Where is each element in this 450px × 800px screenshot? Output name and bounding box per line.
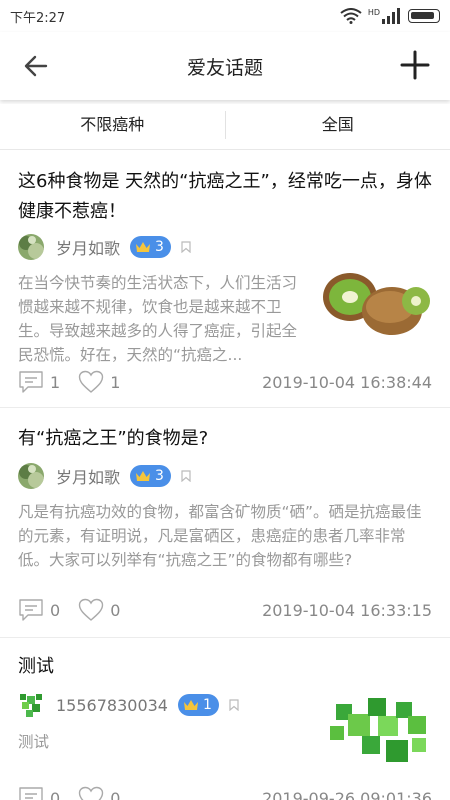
filter-cancer-type[interactable]: 不限癌种 bbox=[0, 104, 225, 149]
post-date: 2019-10-04 16:38:44 bbox=[262, 372, 432, 392]
battery-icon bbox=[408, 9, 440, 23]
post-thumbnail bbox=[330, 698, 426, 762]
post-title: 这6种食物是 天然的“抗癌之王”，经常吃一点，身体健康不惹癌！ bbox=[18, 171, 432, 222]
comment-icon[interactable] bbox=[18, 370, 44, 394]
post-thumbnail bbox=[323, 273, 430, 335]
wifi-icon bbox=[340, 8, 362, 24]
post-excerpt: 凡是有抗癌功效的食物，都富含矿物质“硒”。硒是抗癌最佳的元素，有证明说，凡是富硒… bbox=[18, 503, 422, 569]
like-count: 0 bbox=[110, 600, 121, 620]
bookmark-icon[interactable] bbox=[181, 470, 191, 482]
post-item-3[interactable]: 测试 15567830034 1 测试 0 0 2019-09-26 09:01… bbox=[0, 638, 450, 800]
filter-region[interactable]: 全国 bbox=[226, 104, 450, 149]
post-item-2[interactable]: 有“抗癌之王”的食物是? 岁月如歌 3 凡是有抗癌功效的食物，都富含矿物质“硒”… bbox=[0, 408, 450, 638]
status-bar: 下午2:27 HD bbox=[0, 0, 450, 32]
heart-icon[interactable] bbox=[78, 786, 104, 800]
level-number: 1 bbox=[202, 697, 212, 713]
post-date: 2019-10-04 16:33:15 bbox=[262, 600, 432, 620]
avatar[interactable] bbox=[18, 463, 44, 489]
comment-count: 0 bbox=[50, 600, 61, 620]
post-title: 测试 bbox=[18, 656, 54, 677]
comment-count: 1 bbox=[50, 372, 61, 392]
heart-icon[interactable] bbox=[78, 370, 104, 394]
author-row: 岁月如歌 3 bbox=[18, 462, 191, 490]
avatar[interactable] bbox=[18, 692, 44, 718]
level-badge: 3 bbox=[130, 465, 171, 487]
post-excerpt: 在当今快节奏的生活状态下，人们生活习惯越来越不规律，饮食也是越来越不卫生。导致越… bbox=[18, 274, 298, 364]
comment-count: 0 bbox=[50, 788, 61, 800]
author-name[interactable]: 岁月如歌 bbox=[56, 464, 120, 488]
level-number: 3 bbox=[155, 239, 164, 255]
like-count: 1 bbox=[110, 372, 121, 392]
post-meta: 0 0 2019-10-04 16:33:15 bbox=[18, 596, 432, 624]
level-badge: 1 bbox=[177, 694, 219, 716]
post-meta: 0 0 2019-09-26 09:01:36 bbox=[18, 784, 432, 800]
post-date: 2019-09-26 09:01:36 bbox=[262, 788, 432, 800]
like-count: 0 bbox=[110, 788, 121, 800]
post-title: 有“抗癌之王”的食物是? bbox=[18, 428, 209, 449]
post-meta: 1 1 2019-10-04 16:38:44 bbox=[18, 368, 432, 396]
author-row: 岁月如歌 3 bbox=[18, 233, 191, 261]
bookmark-icon[interactable] bbox=[229, 699, 239, 711]
post-excerpt: 测试 bbox=[18, 733, 50, 751]
add-post-button[interactable] bbox=[398, 48, 432, 82]
heart-icon[interactable] bbox=[78, 598, 104, 622]
author-row: 15567830034 1 bbox=[18, 691, 239, 719]
signal-icon bbox=[382, 8, 400, 24]
back-button[interactable] bbox=[20, 50, 52, 82]
author-name[interactable]: 15567830034 bbox=[56, 696, 168, 715]
avatar[interactable] bbox=[18, 234, 44, 260]
bookmark-icon[interactable] bbox=[181, 241, 191, 253]
page-title: 爱友话题 bbox=[186, 56, 263, 79]
comment-icon[interactable] bbox=[18, 786, 44, 800]
hd-label: HD bbox=[367, 8, 380, 17]
post-item-1[interactable]: 这6种食物是 天然的“抗癌之王”，经常吃一点，身体健康不惹癌！ 岁月如歌 3 在… bbox=[0, 151, 450, 408]
crown-icon bbox=[136, 471, 151, 481]
back-arrow-icon bbox=[24, 55, 48, 77]
status-icons: HD bbox=[340, 8, 440, 24]
app-bar: 爱友话题 bbox=[0, 32, 450, 100]
level-number: 3 bbox=[155, 468, 164, 484]
level-badge: 3 bbox=[130, 236, 171, 258]
crown-icon bbox=[183, 700, 198, 710]
crown-icon bbox=[136, 242, 151, 252]
author-name[interactable]: 岁月如歌 bbox=[56, 235, 120, 259]
status-time: 下午2:27 bbox=[10, 10, 66, 26]
comment-icon[interactable] bbox=[18, 598, 44, 622]
filter-bar: 不限癌种 全国 bbox=[0, 104, 450, 150]
